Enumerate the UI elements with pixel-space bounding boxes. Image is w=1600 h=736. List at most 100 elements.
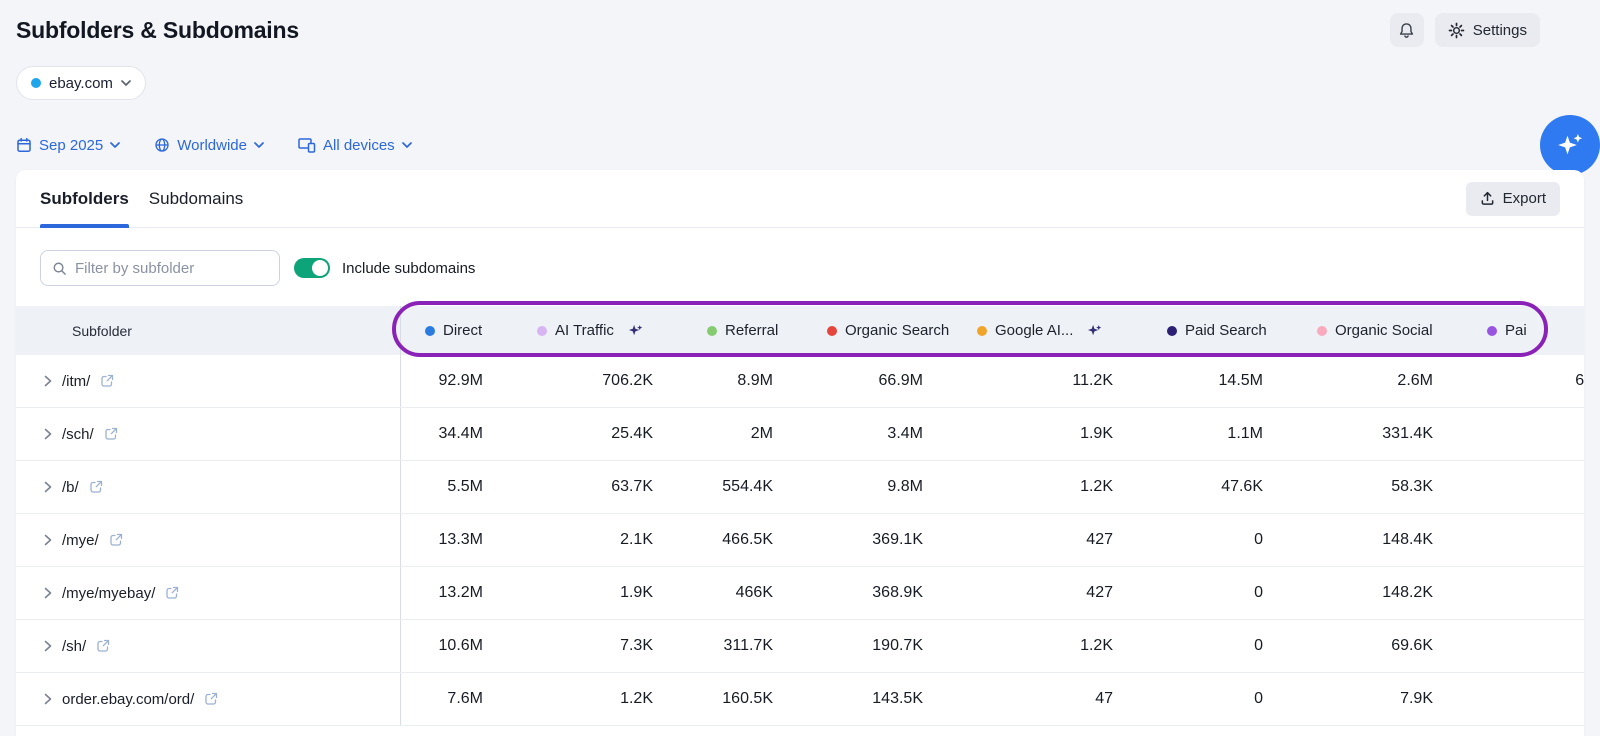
cell-value: 11.2K [953, 355, 1143, 407]
cell-value: 1.9K [513, 567, 683, 619]
cell-value: 148.4K [1293, 514, 1463, 566]
date-filter[interactable]: Sep 2025 [16, 137, 120, 154]
report-card: Subfolders Subdomains Export [16, 170, 1584, 736]
column-header-referral[interactable]: Referral [683, 306, 803, 355]
domain-selector[interactable]: ebay.com [16, 66, 146, 100]
cell-value: 47.6K [1143, 461, 1293, 513]
cell-value: 34.4M [401, 408, 513, 460]
cell-value: 466.5K [683, 514, 803, 566]
chevron-down-icon [402, 142, 412, 148]
expand-chevron-icon[interactable] [44, 693, 52, 705]
subfolder-link[interactable]: /mye/ [62, 532, 99, 549]
table-header-row: Subfolder Direct AI Traffic [16, 306, 1584, 355]
subfolder-link[interactable]: /sh/ [62, 638, 86, 655]
tab-subfolders[interactable]: Subfolders [40, 170, 129, 227]
cell-value: 190.7K [803, 620, 953, 672]
cell-value: 9.8M [803, 461, 953, 513]
channel-headers: Direct AI Traffic Referral [400, 306, 1584, 355]
subfolder-link[interactable]: /sch/ [62, 426, 94, 443]
cell-value [1463, 514, 1584, 566]
expand-chevron-icon[interactable] [44, 587, 52, 599]
settings-button[interactable]: Settings [1435, 13, 1540, 47]
row-values: 13.2M 1.9K 466K 368.9K 427 0 148.2K [400, 567, 1584, 619]
expand-chevron-icon[interactable] [44, 534, 52, 546]
subfolder-cell: /mye/myebay/ [16, 567, 400, 619]
cell-value: 2.6M [1293, 355, 1463, 407]
external-link-icon[interactable] [165, 586, 179, 600]
cell-value: 7.9K [1293, 673, 1463, 725]
table-row: /sh/ 10.6M 7.3K 311.7K 190.7K 1.2K 0 69.… [16, 620, 1584, 673]
export-icon [1480, 191, 1495, 206]
channel-dot [707, 326, 717, 336]
cell-value: 47 [953, 673, 1143, 725]
column-header-ai-traffic[interactable]: AI Traffic [513, 306, 683, 355]
subfolder-cell: /itm/ [16, 355, 400, 407]
row-values: 13.3M 2.1K 466.5K 369.1K 427 0 148.4K [400, 514, 1584, 566]
external-link-icon[interactable] [96, 639, 110, 653]
tab-subfolders-label: Subfolders [40, 189, 129, 209]
column-header-organic-social[interactable]: Organic Social [1293, 306, 1463, 355]
column-header-paid[interactable]: Pai [1463, 306, 1584, 355]
controls-row: Include subdomains [40, 250, 1560, 286]
cell-value: 8.9M [683, 355, 803, 407]
channel-label: Referral [725, 322, 778, 339]
column-header-paid-search[interactable]: Paid Search [1143, 306, 1293, 355]
subfolder-filter-input[interactable] [75, 260, 268, 277]
topbar-actions: Settings [1390, 13, 1540, 47]
expand-chevron-icon[interactable] [44, 640, 52, 652]
cell-value: 1 [1463, 408, 1584, 460]
channel-dot [1167, 326, 1177, 336]
column-header-google-ai[interactable]: Google AI... [953, 306, 1143, 355]
include-subdomains-toggle[interactable] [294, 258, 330, 278]
cell-value: 14.5M [1143, 355, 1293, 407]
external-link-icon[interactable] [89, 480, 103, 494]
export-label: Export [1503, 190, 1546, 207]
subfolder-link[interactable]: order.ebay.com/ord/ [62, 691, 194, 708]
subfolder-link[interactable]: /itm/ [62, 373, 90, 390]
external-link-icon[interactable] [100, 374, 114, 388]
cell-value: 148.2K [1293, 567, 1463, 619]
cell-value: 160.5K [683, 673, 803, 725]
devices-filter[interactable]: All devices [298, 137, 412, 154]
cell-value: 1.2K [513, 673, 683, 725]
toggle-knob [312, 260, 328, 276]
row-values: 92.9M 706.2K 8.9M 66.9M 11.2K 14.5M 2.6M… [400, 355, 1584, 407]
expand-chevron-icon[interactable] [44, 481, 52, 493]
page-title: Subfolders & Subdomains [16, 17, 299, 44]
channel-dot [827, 326, 837, 336]
cell-value: 92.9M [401, 355, 513, 407]
external-link-icon[interactable] [104, 427, 118, 441]
notifications-button[interactable] [1390, 13, 1424, 47]
tab-subdomains[interactable]: Subdomains [149, 170, 244, 227]
subfolder-link[interactable]: /b/ [62, 479, 79, 496]
column-header-organic-search[interactable]: Organic Search [803, 306, 953, 355]
expand-chevron-icon[interactable] [44, 428, 52, 440]
cell-value: 10.6M [401, 620, 513, 672]
cell-value: 5.5M [401, 461, 513, 513]
location-filter[interactable]: Worldwide [154, 137, 264, 154]
expand-chevron-icon[interactable] [44, 375, 52, 387]
table-row: /mye/ 13.3M 2.1K 466.5K 369.1K 427 0 148… [16, 514, 1584, 567]
cell-value: 25.4K [513, 408, 683, 460]
external-link-icon[interactable] [109, 533, 123, 547]
search-icon [52, 261, 67, 276]
active-tab-underline [40, 224, 129, 228]
channel-label: Pai [1505, 322, 1527, 339]
calendar-icon [16, 137, 32, 153]
cell-value: 13.3M [401, 514, 513, 566]
devices-icon [298, 137, 316, 153]
column-header-direct[interactable]: Direct [401, 306, 513, 355]
cell-value: 1.9K [953, 408, 1143, 460]
table-row: /b/ 5.5M 63.7K 554.4K 9.8M 1.2K 47.6K 58… [16, 461, 1584, 514]
ai-assistant-button[interactable] [1540, 115, 1600, 175]
export-button[interactable]: Export [1466, 182, 1560, 216]
column-header-subfolder[interactable]: Subfolder [16, 306, 400, 355]
cell-value: 66.9M [803, 355, 953, 407]
topbar: Subfolders & Subdomains Settings [16, 12, 1540, 48]
subfolder-link[interactable]: /mye/myebay/ [62, 585, 155, 602]
domain-dot [31, 78, 41, 88]
tab-subdomains-label: Subdomains [149, 189, 244, 209]
cell-value: 2M [683, 408, 803, 460]
cell-value: 0 [1143, 567, 1293, 619]
external-link-icon[interactable] [204, 692, 218, 706]
